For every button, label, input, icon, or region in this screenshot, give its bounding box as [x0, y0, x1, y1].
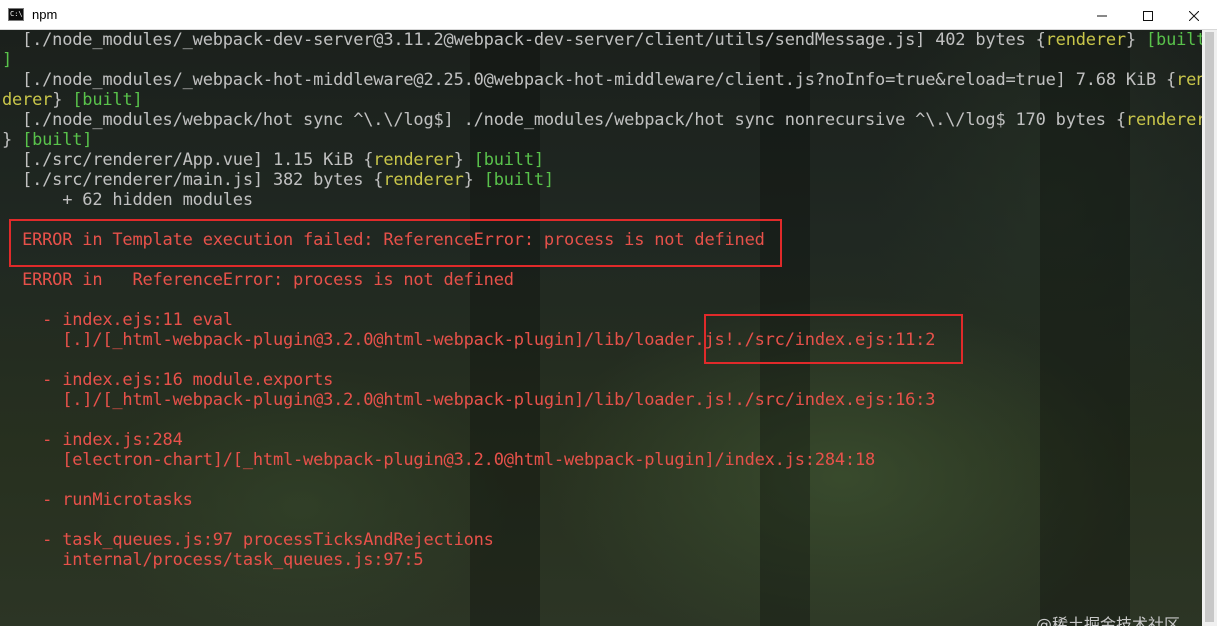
- command-prompt-icon: C:\.: [8, 8, 24, 21]
- window-title: npm: [32, 7, 58, 22]
- console-line: - task_queues.js:97 processTicksAndRejec…: [2, 530, 1202, 550]
- console-text: [./node_modules/_webpack-dev-server@3.11…: [2, 30, 1202, 570]
- maximize-button[interactable]: [1125, 0, 1171, 29]
- console-text-segment: [./node_modules/_webpack-dev-server@3.11…: [2, 30, 1036, 50]
- console-line: + 62 hidden modules: [2, 190, 1202, 210]
- console-text-segment: }: [453, 150, 474, 170]
- minimize-button[interactable]: [1079, 0, 1125, 29]
- console-line: - index.ejs:11 eval: [2, 310, 1202, 330]
- console-line: ]: [2, 50, 1202, 70]
- vertical-scrollbar[interactable]: [1202, 30, 1217, 626]
- console-output[interactable]: [./node_modules/_webpack-dev-server@3.11…: [0, 30, 1202, 626]
- console-line: - runMicrotasks: [2, 490, 1202, 510]
- console-text-segment: {: [1035, 30, 1046, 50]
- console-text-segment: [built: [1146, 30, 1202, 50]
- console-text-segment: [./src/renderer/main.js] 382 bytes {: [2, 170, 384, 190]
- console-line: ERROR in ReferenceError: process is not …: [2, 270, 1202, 290]
- console-text-segment: [built]: [72, 90, 143, 110]
- error-highlight-box: [9, 219, 782, 267]
- console-line: [./src/renderer/App.vue] 1.15 KiB {rende…: [2, 150, 1202, 170]
- console-text-segment: }: [1125, 30, 1146, 50]
- close-button[interactable]: [1171, 0, 1217, 29]
- console-text-segment: - index.ejs:16 module.exports: [2, 370, 334, 390]
- location-highlight-box: [704, 314, 963, 364]
- console-text-segment: ERROR in ReferenceError: process is not …: [2, 270, 514, 290]
- console-line: [./node_modules/_webpack-hot-middleware@…: [2, 70, 1202, 90]
- console-line: [.]/[_html-webpack-plugin@3.2.0@html-web…: [2, 390, 1202, 410]
- console-text-segment: - index.js:284: [2, 430, 183, 450]
- console-line: [./src/renderer/main.js] 382 bytes {rend…: [2, 170, 1202, 190]
- console-line: - index.ejs:16 module.exports: [2, 370, 1202, 390]
- minimize-icon: [1097, 15, 1107, 16]
- scrollbar-thumb[interactable]: [1205, 32, 1214, 622]
- console-text-segment: renderer: [373, 150, 454, 170]
- console-text-segment: [built]: [483, 170, 554, 190]
- console-line: } [built]: [2, 130, 1202, 150]
- maximize-icon: [1143, 10, 1153, 21]
- console-text-segment: [./src/renderer/App.vue] 1.15 KiB {: [2, 150, 374, 170]
- console-text-segment: }: [2, 130, 23, 150]
- console-text-segment: - runMicrotasks: [2, 490, 193, 510]
- console-line: [.]/[_html-webpack-plugin@3.2.0@html-web…: [2, 330, 1202, 350]
- console-text-segment: + 62 hidden modules: [2, 190, 253, 210]
- console-text-segment: [built]: [22, 130, 93, 150]
- console-text-segment: renderer: [383, 170, 464, 190]
- console-text-segment: derer: [2, 90, 53, 110]
- console-text-segment: - task_queues.js:97 processTicksAndRejec…: [2, 530, 494, 550]
- console-line: [./node_modules/_webpack-dev-server@3.11…: [2, 30, 1202, 50]
- console-text-segment: [built]: [473, 150, 544, 170]
- console-text-segment: [.]/[_html-webpack-plugin@3.2.0@html-web…: [2, 390, 936, 410]
- console-line: derer} [built]: [2, 90, 1202, 110]
- console-text-segment: [electron-chart]/[_html-webpack-plugin@3…: [2, 450, 876, 470]
- console-text-segment: }: [463, 170, 484, 190]
- console-line: [electron-chart]/[_html-webpack-plugin@3…: [2, 450, 1202, 470]
- console-text-segment: - index.ejs:11 eval: [2, 310, 233, 330]
- console-text-segment: ren: [1176, 70, 1202, 90]
- console-text-segment: internal/process/task_queues.js:97:5: [2, 550, 424, 570]
- console-text-segment: [./node_modules/_webpack-hot-middleware@…: [2, 70, 1177, 90]
- console-line: internal/process/task_queues.js:97:5: [2, 550, 1202, 570]
- console-text-segment: }: [52, 90, 73, 110]
- console-line: - index.js:284: [2, 430, 1202, 450]
- console-text-segment: ]: [2, 50, 13, 70]
- title-bar[interactable]: C:\. npm: [0, 0, 1217, 30]
- watermark: @稀土掘金技术社区: [1035, 615, 1180, 626]
- console-line: [./node_modules/webpack/hot sync ^\.\/lo…: [2, 110, 1202, 130]
- close-icon: [1188, 10, 1200, 21]
- console-text-segment: [./node_modules/webpack/hot sync ^\.\/lo…: [2, 110, 1126, 130]
- console-text-segment: renderer: [1125, 110, 1202, 130]
- terminal-window: C:\. npm [./node_modules/_webpack-dev-se…: [0, 0, 1217, 626]
- console-text-segment: renderer: [1045, 30, 1126, 50]
